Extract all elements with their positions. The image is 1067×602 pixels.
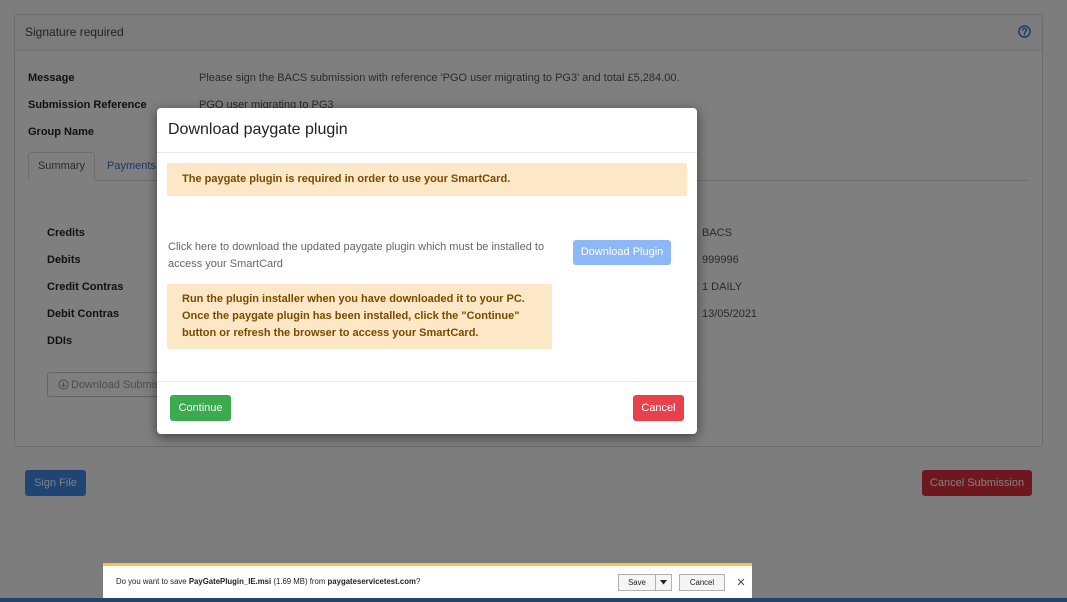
file-size: (1.69 MB) from (273, 577, 326, 586)
download-host: paygateservicetest.com (327, 577, 416, 586)
download-prompt: Do you want to save PayGatePlugin_IE.msi… (116, 576, 420, 588)
installer-note-line: Once the paygate plugin has been install… (182, 310, 520, 322)
modal-header: Download paygate plugin (157, 108, 697, 153)
save-menu-button[interactable] (656, 575, 671, 590)
save-split-button: Save (618, 574, 672, 591)
plugin-required-text: The paygate plugin is required in order … (182, 173, 511, 185)
download-notification-bar: Do you want to save PayGatePlugin_IE.msi… (103, 563, 752, 598)
close-icon[interactable] (737, 578, 745, 586)
modal-title: Download paygate plugin (168, 121, 348, 138)
taskbar-edge (0, 598, 1067, 602)
installer-note-line: Run the plugin installer when you have d… (182, 293, 525, 305)
modal-footer-divider (157, 381, 697, 382)
download-instructions: Click here to download the updated payga… (168, 239, 563, 273)
file-name: PayGatePlugin_IE.msi (188, 577, 272, 586)
installer-note-line: button or refresh the browser to access … (182, 327, 479, 339)
instructions-line: Click here to download the updated payga… (168, 241, 545, 253)
download-plugin-button[interactable]: Download Plugin (573, 240, 671, 265)
download-cancel-button[interactable]: Cancel (679, 574, 725, 591)
cancel-button[interactable]: Cancel (633, 395, 684, 421)
instructions-line: access your SmartCard (168, 258, 283, 270)
chevron-down-icon (660, 580, 667, 585)
plugin-required-alert: The paygate plugin is required in order … (167, 163, 687, 196)
prompt-start: Do you want to save (116, 577, 187, 586)
download-plugin-modal: Download paygate plugin The paygate plug… (157, 108, 697, 434)
installer-note-alert: Run the plugin installer when you have d… (167, 284, 552, 349)
prompt-end: ? (415, 577, 421, 586)
continue-button[interactable]: Continue (170, 395, 231, 421)
save-button[interactable]: Save (619, 575, 656, 590)
